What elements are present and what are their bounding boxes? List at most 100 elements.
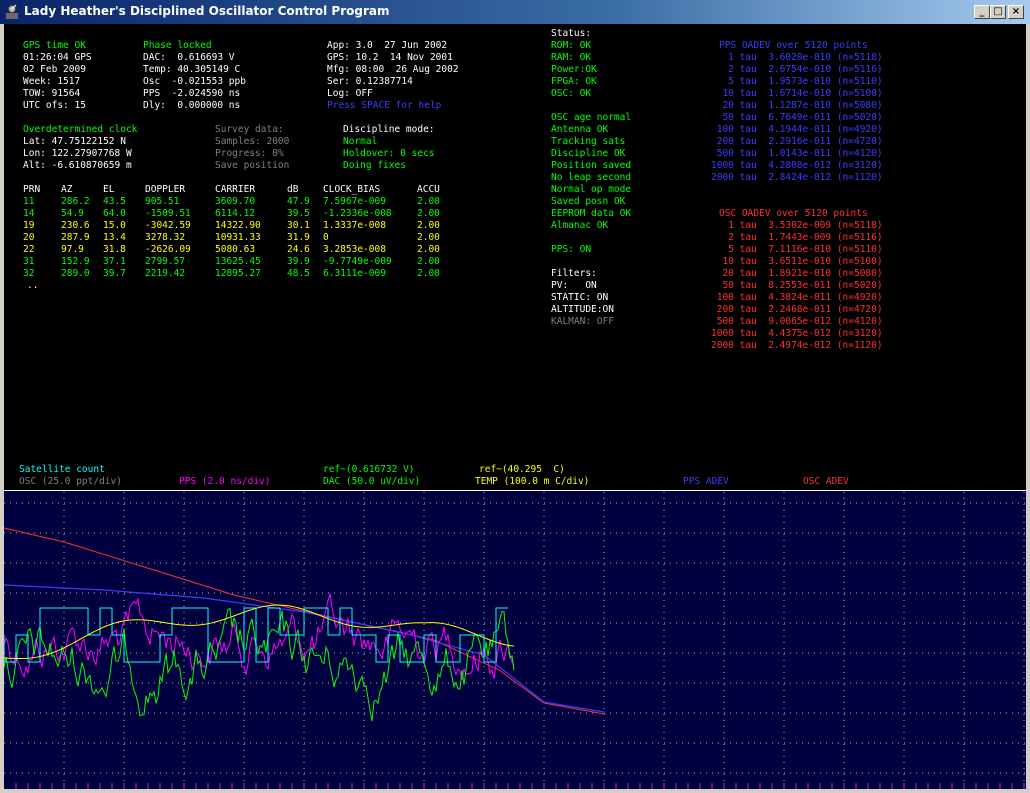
status-item: FPGA: OK [551, 76, 597, 87]
status-item: OSC: OK [551, 88, 592, 99]
plot-area[interactable] [4, 490, 1026, 789]
survey-samples: Samples: 2000 [215, 136, 290, 147]
sat-cell: 2.00 [417, 256, 440, 267]
osc-adev-row: 2 tau 1.7443e-009 (n=5116) [711, 232, 883, 243]
sat-cell: 37.1 [103, 256, 126, 267]
osc-adev-row: 500 tau 9.0065e-012 (n=4120) [711, 316, 883, 327]
maximize-button[interactable]: □ [990, 5, 1006, 19]
survey-save: Save position [215, 160, 290, 171]
sat-cell: 3.2853e-008 [323, 244, 386, 255]
pps-adev-row: 100 tau 4.1944e-011 (n=4920) [711, 124, 883, 135]
status-item: Power:OK [551, 64, 597, 75]
minimize-button[interactable]: _ [974, 5, 990, 19]
filters-title: Filters: [551, 268, 597, 279]
pps-adev-row: 2 tau 2.6754e-010 (n=5116) [711, 64, 883, 75]
sat-cell: 31.8 [103, 244, 126, 255]
filter-altitude: ALTITUDE:ON [551, 304, 614, 315]
pps-adev-row: 50 tau 6.7649e-011 (n=5020) [711, 112, 883, 123]
status-item: Antenna OK [551, 124, 609, 135]
sat-cell: 39.7 [103, 268, 126, 279]
status-title: Status: [551, 28, 592, 39]
window-title: Lady Heather's Disciplined Oscillator Co… [24, 4, 390, 18]
sat-header-3: DOPPLER [145, 184, 186, 195]
sat-cell: 24.6 [287, 244, 310, 255]
pps-adev-row: 200 tau 2.2916e-011 (n=4720) [711, 136, 883, 147]
sat-cell: 2.00 [417, 208, 440, 219]
sat-cell: 3609.70 [215, 196, 256, 207]
sat-cell: 1.3337e-008 [323, 220, 386, 231]
sat-cell: 3278.32 [145, 232, 186, 243]
osc-adev-row: 200 tau 2.2468e-011 (n=4720) [711, 304, 883, 315]
legend-temp: TEMP (100.0 m C/div) [475, 476, 590, 487]
sat-cell: 19 [23, 220, 35, 231]
status-item: PPS: ON [551, 244, 592, 255]
sat-cell: -1509.51 [145, 208, 191, 219]
title-bar[interactable]: Lady Heather's Disciplined Oscillator Co… [0, 0, 1030, 24]
sat-cell: -2626.09 [145, 244, 191, 255]
osc-adev-row: 1 tau 3.5302e-009 (n=5118) [711, 220, 883, 231]
sat-cell: 5080.63 [215, 244, 256, 255]
sat-cell: 43.5 [103, 196, 126, 207]
gps-date: 02 Feb 2009 [23, 64, 86, 75]
sat-cell: 54.9 [61, 208, 84, 219]
pps-adev-row: 1 tau 3.6020e-010 (n=5118) [711, 52, 883, 63]
status-item: EEPROM data OK [551, 208, 632, 219]
status-item: No leap second [551, 172, 632, 183]
sat-cell: 13625.45 [215, 256, 261, 267]
sat-header-0: PRN [23, 184, 41, 195]
filter-pv: PV: ON [551, 280, 597, 291]
pps-adev-row: 20 tau 1.1287e-010 (n=5080) [711, 100, 883, 111]
status-item: Tracking sats [551, 136, 626, 147]
gps-version: GPS: 10.2 14 Nov 2001 [327, 52, 453, 63]
sat-cell: 7.5967e-009 [323, 196, 386, 207]
sat-cell: 286.2 [61, 196, 90, 207]
sat-cell: 289.0 [61, 268, 90, 279]
app-version: App: 3.0 27 Jun 2002 [327, 40, 448, 51]
sat-cell: 30.1 [287, 220, 310, 231]
sat-cell: 905.51 [145, 196, 180, 207]
sat-cell: 31 [23, 256, 35, 267]
osc-adev-row: 10 tau 3.6511e-010 (n=5100) [711, 256, 883, 267]
pps-adev-title: PPS OADEV over 5120 points [719, 40, 868, 51]
discipline-mode: Normal [343, 136, 378, 147]
pps-adev-row: 5 tau 1.9573e-010 (n=5110) [711, 76, 883, 87]
sat-cell: 152.9 [61, 256, 90, 267]
sat-cell: 2.00 [417, 232, 440, 243]
osc-adev-title: OSC OADEV over 5120 points [719, 208, 868, 219]
status-item: RAM: OK [551, 52, 592, 63]
sat-count-trace [4, 607, 508, 663]
pps-adev-row: 500 tau 1.0143e-011 (n=4120) [711, 148, 883, 159]
gps-tow: TOW: 91564 [23, 88, 81, 99]
app-window: Lady Heather's Disciplined Oscillator Co… [0, 0, 1030, 793]
sat-cell: 2.00 [417, 268, 440, 279]
status-item: Normal op mode [551, 184, 632, 195]
console-area[interactable]: GPS time OK 01:26:04 GPS 02 Feb 2009 Wee… [4, 24, 1026, 789]
sat-cell: 2219.42 [145, 268, 186, 279]
survey-title: Survey data: [215, 124, 284, 135]
sat-header-1: AZ [61, 184, 73, 195]
legend-temp-ref: ref~(40.295 C) [479, 464, 565, 475]
gps-week: Week: 1517 [23, 76, 81, 87]
gps-time: 01:26:04 GPS [23, 52, 92, 63]
sat-cell: 2.00 [417, 244, 440, 255]
help-hint[interactable]: Press SPACE for help [327, 100, 441, 112]
serial-number: Ser: 0.12387714 [327, 76, 413, 87]
legend-osc: OSC (25.0 ppt/div) [19, 476, 122, 487]
close-button[interactable]: × [1008, 5, 1024, 19]
clock-mode: Overdetermined clock [23, 124, 138, 135]
altitude: Alt: -6.610870659 m [23, 160, 132, 171]
sat-cell: 39.9 [287, 256, 310, 267]
sat-cell: 64.0 [103, 208, 126, 219]
sat-more-indicator: .. [27, 280, 39, 291]
sat-header-7: ACCU [417, 184, 440, 195]
pps-adev-row: 10 tau 1.6714e-010 (n=5100) [711, 88, 883, 99]
filter-kalman: KALMAN: OFF [551, 316, 614, 327]
sat-cell: 11 [23, 196, 35, 207]
sat-cell: 6114.12 [215, 208, 256, 219]
sat-cell: 2799.57 [145, 256, 186, 267]
legend-pps-adev: PPS ADEV [683, 476, 729, 487]
sat-cell: 15.0 [103, 220, 126, 231]
sat-cell: 0 [323, 232, 329, 243]
sat-cell: 230.6 [61, 220, 90, 231]
sat-cell: 39.5 [287, 208, 310, 219]
